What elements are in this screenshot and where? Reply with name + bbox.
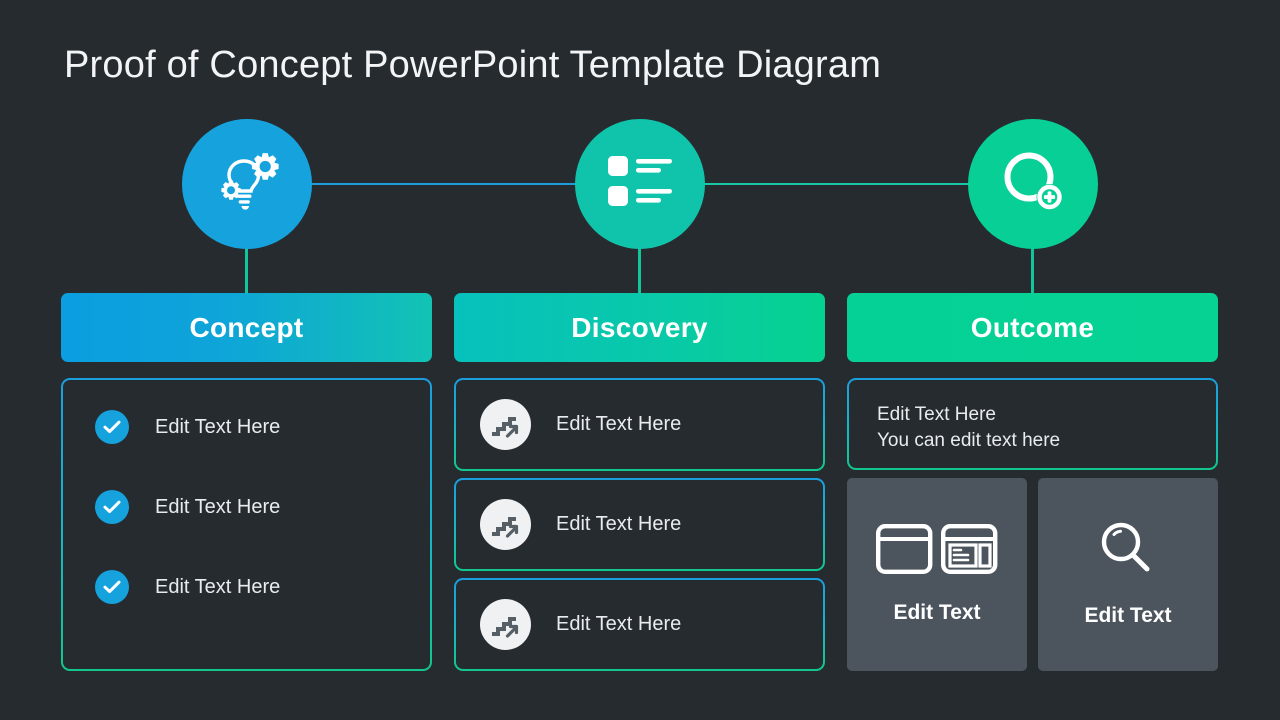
discovery-card[interactable]: Edit Text Here: [454, 378, 825, 471]
list-item-label: Edit Text Here: [155, 415, 281, 438]
list-item[interactable]: Edit Text Here: [95, 410, 280, 444]
list-item[interactable]: Edit Text Here: [95, 490, 280, 524]
browser-layout-icon: [876, 524, 998, 579]
outcome-tile-label: Edit Text: [893, 601, 981, 624]
concept-circle[interactable]: [182, 119, 312, 249]
stairs-arrow-icon: [480, 499, 531, 550]
slide-canvas: Proof of Concept PowerPoint Template Dia…: [0, 0, 1280, 720]
discovery-card-label: Edit Text Here: [556, 613, 682, 635]
column-header-discovery[interactable]: Discovery: [454, 293, 825, 362]
magnifier-icon: [1096, 521, 1160, 582]
list-item-label: Edit Text Here: [155, 495, 281, 518]
outcome-text-line-2: You can edit text here: [877, 430, 1061, 451]
list-item[interactable]: Edit Text Here: [95, 570, 280, 604]
outcome-textbox[interactable]: Edit Text Here You can edit text here: [847, 378, 1218, 470]
discovery-card-label: Edit Text Here: [556, 413, 682, 435]
connector-line-concept-vertical: [245, 248, 248, 294]
check-circle-icon: [95, 490, 129, 524]
outcome-circle[interactable]: [968, 119, 1098, 249]
discovery-card[interactable]: Edit Text Here: [454, 578, 825, 671]
check-circle-icon: [95, 570, 129, 604]
column-header-outcome[interactable]: Outcome: [847, 293, 1218, 362]
concept-checklist-panel: Edit Text Here Edit Text Here Edit Text …: [61, 378, 432, 671]
stairs-arrow-icon: [480, 399, 531, 450]
list-items-icon: [607, 154, 673, 215]
connector-line-outcome-vertical: [1031, 248, 1034, 294]
discovery-card[interactable]: Edit Text Here: [454, 478, 825, 571]
column-header-concept[interactable]: Concept: [61, 293, 432, 362]
outcome-tile-browser[interactable]: Edit Text: [847, 478, 1027, 671]
connector-line-concept-discovery: [308, 183, 576, 185]
connector-line-discovery-vertical: [638, 248, 641, 294]
outcome-text-line-1: Edit Text Here: [877, 404, 996, 425]
outcome-tile-search[interactable]: Edit Text: [1038, 478, 1218, 671]
check-circle-icon: [95, 410, 129, 444]
list-item-label: Edit Text Here: [155, 575, 281, 598]
outcome-tile-label: Edit Text: [1084, 604, 1172, 627]
circle-plus-icon: [997, 146, 1069, 223]
discovery-circle[interactable]: [575, 119, 705, 249]
page-title: Proof of Concept PowerPoint Template Dia…: [64, 44, 882, 86]
stairs-arrow-icon: [480, 599, 531, 650]
discovery-card-label: Edit Text Here: [556, 513, 682, 535]
lightbulb-gears-icon: [210, 145, 284, 224]
connector-line-discovery-outcome: [702, 183, 970, 185]
